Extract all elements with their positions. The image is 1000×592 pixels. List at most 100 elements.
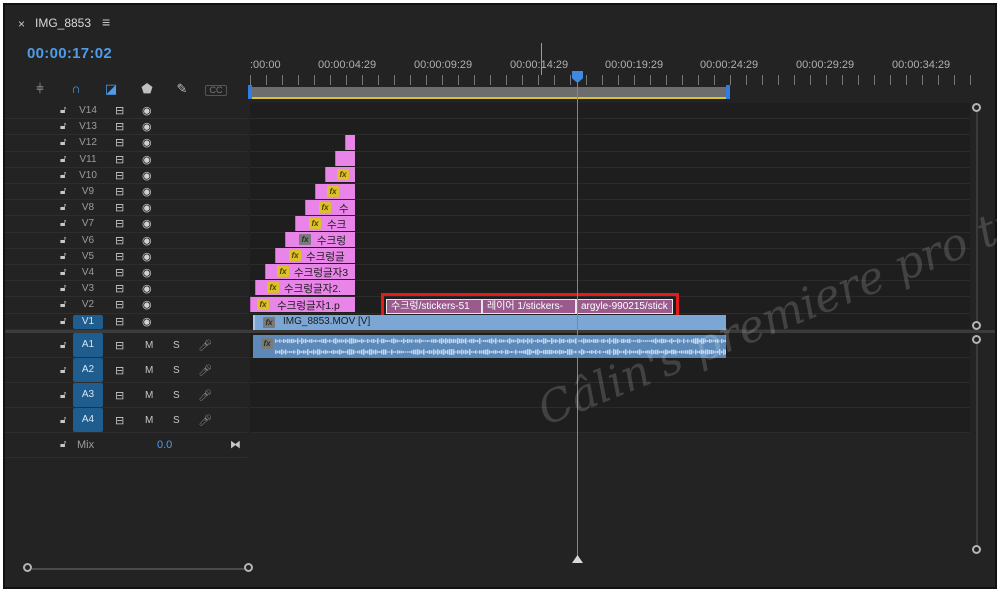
toggle-sync-lock-icon[interactable]: ⊟ [115, 389, 124, 402]
solo-button[interactable]: S [173, 340, 180, 351]
track-name[interactable]: V9 [73, 185, 103, 199]
track-name[interactable]: V3 [73, 282, 103, 296]
eye-icon[interactable]: ◉ [142, 234, 152, 247]
clip-v14[interactable] [345, 135, 355, 150]
clip-v10[interactable]: fx [315, 184, 355, 199]
audio-scroll-handle-top[interactable] [972, 335, 981, 344]
eye-icon[interactable]: ◉ [142, 298, 152, 311]
captions-icon[interactable]: CC [205, 85, 227, 96]
video-track-header-v5[interactable]: 🔓︎ V5 ⊟ ◉ [5, 249, 247, 265]
panel-menu-icon[interactable]: ≡ [102, 14, 110, 30]
eye-icon[interactable]: ◉ [142, 250, 152, 263]
track-name[interactable]: A3 [73, 383, 103, 407]
track-name[interactable]: A1 [73, 333, 103, 357]
video-audio-divider[interactable] [5, 330, 995, 333]
solo-button[interactable]: S [173, 365, 180, 376]
video-lane[interactable] [250, 135, 970, 152]
video-scroll-handle-top[interactable] [972, 103, 981, 112]
sequence-tab[interactable]: IMG_8853 [35, 16, 91, 30]
video-clip-v1[interactable]: fx IMG_8853.MOV [V] [253, 315, 726, 330]
lock-icon[interactable]: 🔓︎ [60, 299, 66, 310]
video-track-header-v10[interactable]: 🔓︎ V10 ⊟ ◉ [5, 168, 247, 184]
work-area-in-handle[interactable] [248, 85, 252, 99]
wrench-icon[interactable]: ✎ [171, 81, 193, 99]
clip-v4[interactable]: fx 수크렁글자3 [265, 264, 355, 279]
video-scroll-handle-bottom[interactable] [972, 321, 981, 330]
marker-icon[interactable]: ⬟ [136, 81, 158, 99]
lock-icon[interactable]: 🔓︎ [60, 137, 66, 148]
track-name[interactable]: A4 [73, 408, 103, 432]
video-track-header-v14[interactable]: 🔓︎ V14 ⊟ ◉ [5, 103, 247, 120]
work-area-bar[interactable] [250, 87, 728, 99]
lock-icon[interactable]: 🔓︎ [60, 154, 66, 165]
time-ruler[interactable]: :00:00 00:00:04:29 00:00:09:29 00:00:14:… [250, 55, 980, 87]
eye-icon[interactable]: ◉ [142, 153, 152, 166]
work-area-out-handle[interactable] [726, 85, 730, 99]
horizontal-scrollbar-track[interactable] [32, 568, 250, 570]
video-lane[interactable] [250, 167, 970, 184]
toggle-sync-lock-icon[interactable]: ⊟ [115, 339, 124, 352]
clip-v12[interactable] [335, 151, 355, 166]
clip-v11[interactable]: fx [325, 167, 355, 182]
eye-icon[interactable]: ◉ [142, 282, 152, 295]
toggle-sync-lock-icon[interactable]: ⊟ [115, 282, 124, 295]
magnet-icon[interactable]: ∩ [65, 81, 87, 99]
video-lane[interactable] [250, 119, 970, 136]
microphone-icon[interactable]: 🎤︎ [198, 339, 212, 352]
lock-icon[interactable]: 🔓︎ [60, 267, 66, 278]
toggle-sync-lock-icon[interactable]: ⊟ [115, 104, 124, 117]
video-lane[interactable] [250, 103, 970, 120]
lock-icon[interactable]: 🔓︎ [60, 121, 66, 132]
track-name[interactable]: V14 [73, 104, 103, 118]
toggle-sync-lock-icon[interactable]: ⊟ [115, 266, 124, 279]
lock-icon[interactable]: 🔓︎ [60, 283, 66, 294]
toggle-sync-lock-icon[interactable]: ⊟ [115, 364, 124, 377]
video-lane[interactable] [250, 232, 970, 249]
toggle-sync-lock-icon[interactable]: ⊟ [115, 201, 124, 214]
audio-track-header-a4[interactable]: 🔓︎ A4 ⊟ M S 🎤︎ [5, 408, 247, 433]
clip-v3[interactable]: fx 수크렁글자2. [255, 280, 355, 295]
eye-icon[interactable]: ◉ [142, 169, 152, 182]
video-track-header-v9[interactable]: 🔓︎ V9 ⊟ ◉ [5, 184, 247, 201]
lock-icon[interactable]: 🔓︎ [60, 170, 66, 181]
eye-icon[interactable]: ◉ [142, 217, 152, 230]
track-name[interactable]: V11 [73, 153, 103, 167]
lock-icon[interactable]: 🔓︎ [60, 365, 66, 376]
eye-icon[interactable]: ◉ [142, 120, 152, 133]
track-name[interactable]: V13 [73, 120, 103, 134]
video-track-header-v4[interactable]: 🔓︎ V4 ⊟ ◉ [5, 265, 247, 282]
playhead-line[interactable] [577, 73, 578, 563]
video-track-header-v8[interactable]: 🔓︎ V8 ⊟ ◉ [5, 200, 247, 217]
snap-insert-icon[interactable]: ⫩ [29, 81, 51, 99]
mute-button[interactable]: M [145, 365, 153, 376]
mix-volume-value[interactable]: 0.0 [157, 439, 172, 451]
eye-icon[interactable]: ◉ [142, 201, 152, 214]
track-name[interactable]: V1 [73, 314, 103, 329]
mute-button[interactable]: M [145, 390, 153, 401]
lock-icon[interactable]: 🔓︎ [60, 390, 66, 401]
toggle-sync-lock-icon[interactable]: ⊟ [115, 185, 124, 198]
close-tab-button[interactable]: × [18, 17, 25, 31]
audio-track-header-a3[interactable]: 🔓︎ A3 ⊟ M S 🎤︎ [5, 383, 247, 408]
toggle-sync-lock-icon[interactable]: ⊟ [115, 120, 124, 133]
microphone-icon[interactable]: 🎤︎ [198, 364, 212, 377]
zoom-handle-left[interactable] [23, 563, 32, 572]
track-name[interactable]: A2 [73, 358, 103, 382]
toggle-sync-lock-icon[interactable]: ⊟ [115, 298, 124, 311]
eye-icon[interactable]: ◉ [142, 136, 152, 149]
video-lane[interactable] [250, 151, 970, 168]
toggle-sync-lock-icon[interactable]: ⊟ [115, 234, 124, 247]
mute-button[interactable]: M [145, 340, 153, 351]
lock-icon[interactable]: 🔓︎ [60, 105, 66, 116]
track-name[interactable]: V10 [73, 169, 103, 183]
playhead-timecode[interactable]: 00:00:17:02 [27, 45, 112, 62]
toggle-sync-lock-icon[interactable]: ⊟ [115, 169, 124, 182]
clip-v8[interactable]: fx 수 [305, 200, 355, 215]
track-name[interactable]: V8 [73, 201, 103, 215]
video-track-header-v12[interactable]: 🔓︎ V12 ⊟ ◉ [5, 135, 247, 152]
audio-scroll-handle-bottom[interactable] [972, 545, 981, 554]
solo-button[interactable]: S [173, 390, 180, 401]
lock-icon[interactable]: 🔓︎ [60, 235, 66, 246]
toggle-sync-lock-icon[interactable]: ⊟ [115, 315, 124, 328]
audio-vertical-scrollbar[interactable] [976, 343, 978, 547]
